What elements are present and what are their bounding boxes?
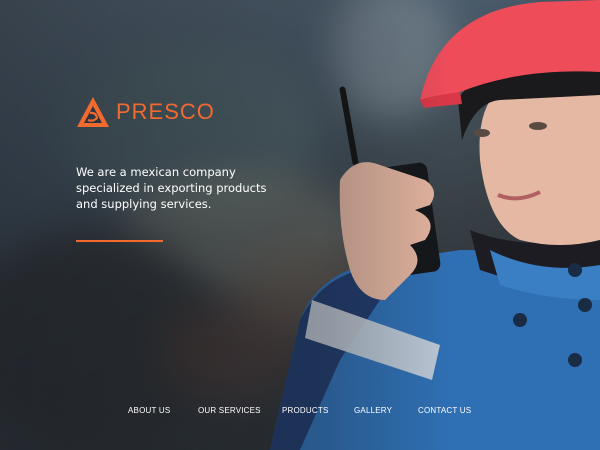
presco-triangle-logo-icon <box>77 97 109 127</box>
main-navigation: ABOUT US OUR SERVICES PRODUCTS GALLERY C… <box>0 406 600 420</box>
nav-item-gallery[interactable]: GALLERY <box>354 406 392 415</box>
hero-tagline: We are a mexican company specialized in … <box>76 165 267 211</box>
brand-logo[interactable]: PRESCO <box>76 96 215 128</box>
hero-overlay <box>0 0 600 450</box>
brand-name: PRESCO <box>116 99 215 124</box>
nav-item-contact-us[interactable]: CONTACT US <box>418 406 471 415</box>
nav-item-our-services[interactable]: OUR SERVICES <box>198 406 261 415</box>
accent-divider <box>76 240 163 242</box>
nav-item-about-us[interactable]: ABOUT US <box>128 406 170 415</box>
hero-section: PRESCO We are a mexican company speciali… <box>0 0 600 450</box>
nav-item-products[interactable]: PRODUCTS <box>282 406 329 415</box>
